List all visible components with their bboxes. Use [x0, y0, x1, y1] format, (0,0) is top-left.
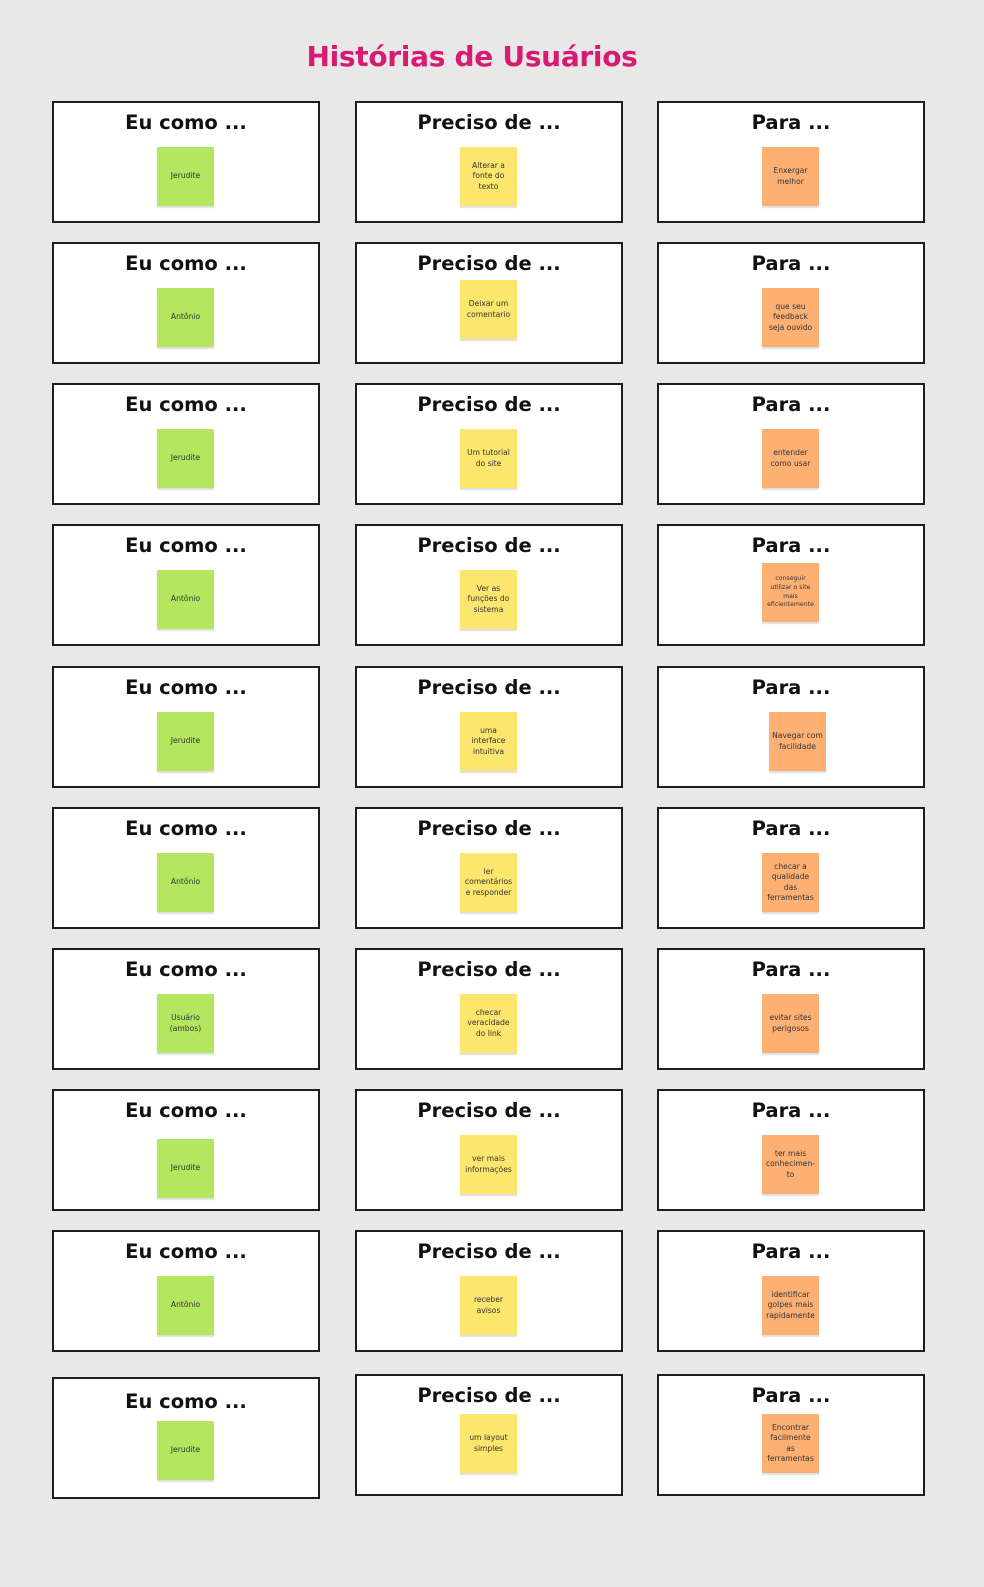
frame-title: Eu como ...	[125, 534, 247, 557]
frame-title: Preciso de ...	[417, 111, 561, 134]
sticky-note-eu-como[interactable]: Jerudite	[157, 147, 214, 206]
frame-para[interactable]: Para ... Encontrar facilmente as ferramen…	[657, 1374, 925, 1496]
sticky-note-eu-como[interactable]: Antônio	[157, 1276, 214, 1335]
frame-para[interactable]: Para ... checar a qualidade das ferrament…	[657, 807, 925, 929]
sticky-note-para[interactable]: identificar golpes mais rapidamente	[762, 1276, 819, 1335]
frame-title: Para ...	[751, 958, 831, 981]
frame-eu-como[interactable]: Eu como ... Jerudite	[52, 383, 320, 505]
sticky-note-preciso-de[interactable]: Ver as funções do sistema	[460, 570, 517, 629]
sticky-note-eu-como[interactable]: Usuário (ambos)	[157, 994, 214, 1053]
frame-preciso-de[interactable]: Preciso de ... checar veracidade do link	[355, 948, 623, 1070]
frame-eu-como[interactable]: Eu como ... Antônio	[52, 524, 320, 646]
frame-para[interactable]: Para ... evitar sites perigosos	[657, 948, 925, 1070]
sticky-note-eu-como[interactable]: Jerudite	[157, 429, 214, 488]
frame-title: Eu como ...	[125, 393, 247, 416]
sticky-note-para[interactable]: entender como usar	[762, 429, 819, 488]
frame-eu-como[interactable]: Eu como ... Antônio	[52, 807, 320, 929]
frame-title: Preciso de ...	[417, 1240, 561, 1263]
sticky-note-eu-como[interactable]: Jerudite	[157, 712, 214, 771]
frame-title: Para ...	[751, 1099, 831, 1122]
sticky-note-eu-como[interactable]: Antônio	[157, 288, 214, 347]
frame-title: Eu como ...	[125, 1099, 247, 1122]
frame-title: Eu como ...	[125, 252, 247, 275]
frame-preciso-de[interactable]: Preciso de ... receber avisos	[355, 1230, 623, 1352]
sticky-note-para[interactable]: Encontrar facilmente as ferramentas	[762, 1414, 819, 1473]
frame-title: Preciso de ...	[417, 534, 561, 557]
frame-eu-como[interactable]: Eu como ... Antônio	[52, 242, 320, 364]
frame-title: Eu como ...	[125, 817, 247, 840]
sticky-note-para[interactable]: Enxergar melhor	[762, 147, 819, 206]
frame-para[interactable]: Para ... que seu feedback seja ouvido	[657, 242, 925, 364]
frame-preciso-de[interactable]: Preciso de ... Ver as funções do sistema	[355, 524, 623, 646]
frame-preciso-de[interactable]: Preciso de ... Um tutorial do site	[355, 383, 623, 505]
frame-eu-como[interactable]: Eu como ... Jerudite	[52, 101, 320, 223]
frame-preciso-de[interactable]: Preciso de ... uma interface intuitiva	[355, 666, 623, 788]
sticky-note-para[interactable]: ter mais conhecimen-to	[762, 1135, 819, 1194]
frame-title: Preciso de ...	[417, 1384, 561, 1407]
sticky-note-para[interactable]: checar a qualidade das ferramentas	[762, 853, 819, 912]
frame-para[interactable]: Para ... ter mais conhecimen-to	[657, 1089, 925, 1211]
sticky-note-preciso-de[interactable]: receber avisos	[460, 1276, 517, 1335]
board-title: Histórias de Usuários	[306, 40, 638, 73]
sticky-note-preciso-de[interactable]: Um tutorial do site	[460, 429, 517, 488]
frame-eu-como[interactable]: Eu como ... Antônio	[52, 1230, 320, 1352]
frame-title: Eu como ...	[125, 676, 247, 699]
frame-title: Para ...	[751, 252, 831, 275]
sticky-note-preciso-de[interactable]: ver mais informações	[460, 1135, 517, 1194]
frame-para[interactable]: Para ... Navegar com facilidade	[657, 666, 925, 788]
frame-para[interactable]: Para ... conseguir utilizar o site mais e…	[657, 524, 925, 646]
frame-title: Preciso de ...	[417, 676, 561, 699]
frame-para[interactable]: Para ... entender como usar	[657, 383, 925, 505]
sticky-note-preciso-de[interactable]: checar veracidade do link	[460, 994, 517, 1053]
frame-title: Para ...	[751, 534, 831, 557]
frame-preciso-de[interactable]: Preciso de ... um layout simples	[355, 1374, 623, 1496]
frame-preciso-de[interactable]: Preciso de ... ver mais informações	[355, 1089, 623, 1211]
frame-eu-como[interactable]: Eu como ... Jerudite	[52, 666, 320, 788]
frame-title: Preciso de ...	[417, 393, 561, 416]
frame-eu-como[interactable]: Eu como ... Jerudite	[52, 1089, 320, 1211]
sticky-note-eu-como[interactable]: Antônio	[157, 853, 214, 912]
frame-para[interactable]: Para ... identificar golpes mais rapidame…	[657, 1230, 925, 1352]
sticky-note-preciso-de[interactable]: uma interface intuitiva	[460, 712, 517, 771]
frame-title: Eu como ...	[125, 958, 247, 981]
sticky-note-eu-como[interactable]: Jerudite	[157, 1421, 214, 1480]
frame-title: Eu como ...	[125, 1240, 247, 1263]
frame-title: Preciso de ...	[417, 252, 561, 275]
frame-eu-como[interactable]: Eu como ... Jerudite	[52, 1377, 320, 1499]
sticky-note-para[interactable]: Navegar com facilidade	[769, 712, 826, 771]
frame-title: Para ...	[751, 676, 831, 699]
frame-preciso-de[interactable]: Preciso de ... Alterar a fonte do texto	[355, 101, 623, 223]
frame-preciso-de[interactable]: Preciso de ... ler comentários e responde…	[355, 807, 623, 929]
sticky-note-preciso-de[interactable]: um layout simples	[460, 1414, 517, 1473]
frame-para[interactable]: Para ... Enxergar melhor	[657, 101, 925, 223]
frame-title: Para ...	[751, 1240, 831, 1263]
frame-title: Preciso de ...	[417, 958, 561, 981]
frame-title: Preciso de ...	[417, 1099, 561, 1122]
sticky-note-para[interactable]: evitar sites perigosos	[762, 994, 819, 1053]
sticky-note-preciso-de[interactable]: ler comentários e responder	[460, 853, 517, 912]
frame-title: Eu como ...	[125, 1390, 247, 1413]
frame-eu-como[interactable]: Eu como ... Usuário (ambos)	[52, 948, 320, 1070]
sticky-note-eu-como[interactable]: Antônio	[157, 570, 214, 629]
frame-preciso-de[interactable]: Preciso de ... Deixar um comentario	[355, 242, 623, 364]
frame-title: Eu como ...	[125, 111, 247, 134]
sticky-note-para[interactable]: conseguir utilizar o site mais eficiente…	[762, 563, 819, 622]
frame-title: Para ...	[751, 393, 831, 416]
frame-title: Preciso de ...	[417, 817, 561, 840]
frame-title: Para ...	[751, 111, 831, 134]
sticky-note-preciso-de[interactable]: Alterar a fonte do texto	[460, 147, 517, 206]
sticky-note-eu-como[interactable]: Jerudite	[157, 1139, 214, 1198]
frame-title: Para ...	[751, 817, 831, 840]
sticky-note-preciso-de[interactable]: Deixar um comentario	[460, 280, 517, 339]
frame-title: Para ...	[751, 1384, 831, 1407]
sticky-note-para[interactable]: que seu feedback seja ouvido	[762, 288, 819, 347]
